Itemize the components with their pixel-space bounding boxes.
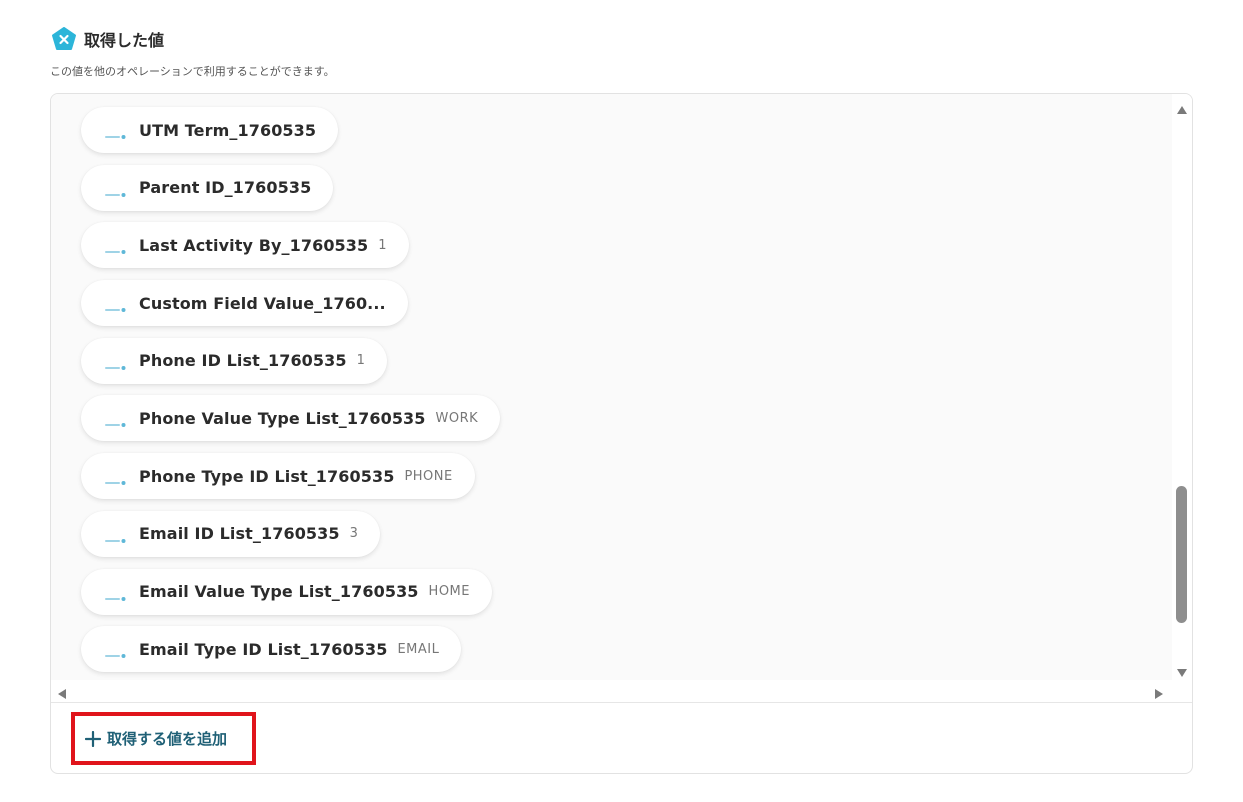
value-chip[interactable]: Last Activity By_1760535 1 (81, 222, 410, 269)
value-chip-label: Last Activity By_1760535 (139, 235, 369, 255)
scroll-down-arrow-icon[interactable] (1176, 663, 1188, 677)
value-chip[interactable]: Email ID List_1760535 3 (81, 510, 381, 557)
value-chip-label: Custom Field Value_1760... (139, 293, 386, 313)
plus-icon (84, 730, 102, 747)
service-logo-icon (105, 645, 127, 659)
service-logo-icon (105, 184, 127, 197)
value-chip-sample: 1 (356, 353, 366, 369)
service-logo-icon (105, 530, 127, 543)
values-list: UTM Term_1760535 Parent ID_1760535 Last … (81, 107, 501, 680)
service-logo-icon (105, 472, 127, 486)
value-chip[interactable]: Phone ID List_1760535 1 (81, 337, 388, 384)
value-chip[interactable]: Email Type ID List_1760535 EMAIL (81, 626, 462, 673)
section-description: この値を他のオペレーションで利用することができます。 (50, 65, 335, 78)
horizontal-scrollbar[interactable] (51, 680, 1172, 702)
value-chip[interactable]: Email Value Type List_1760535 HOME (81, 568, 492, 615)
value-chip-sample: WORK (435, 410, 479, 426)
value-chip-label: Phone ID List_1760535 (139, 351, 347, 371)
value-chip[interactable]: Phone Value Type List_1760535 WORK (81, 395, 501, 442)
vertical-scrollbar[interactable] (1172, 94, 1192, 680)
value-chip[interactable]: Phone Type ID List_1760535 PHONE (81, 453, 475, 500)
add-value-button[interactable]: 取得する値を追加 (71, 712, 256, 765)
scroll-up-arrow-icon[interactable] (1176, 100, 1188, 114)
value-chip-sample: HOME (428, 584, 470, 599)
scroll-left-arrow-icon[interactable] (57, 685, 67, 699)
add-value-label: 取得する値を追加 (107, 730, 228, 748)
value-chip-sample: EMAIL (397, 641, 440, 657)
value-chip-label: Phone Value Type List_1760535 (139, 408, 426, 428)
value-chip-label: Email ID List_1760535 (139, 524, 340, 544)
service-logo-icon (105, 299, 127, 313)
service-logo-icon (105, 414, 127, 428)
values-panel: UTM Term_1760535 Parent ID_1760535 Last … (50, 93, 1193, 774)
value-chip-label: Parent ID_1760535 (139, 178, 312, 198)
service-logo-icon (105, 357, 127, 370)
values-scroll-area[interactable]: UTM Term_1760535 Parent ID_1760535 Last … (51, 94, 1172, 680)
scroll-right-arrow-icon[interactable] (1154, 685, 1164, 699)
section-title: 取得した値 (84, 31, 165, 50)
vertical-scroll-thumb[interactable] (1176, 486, 1187, 623)
page: 取得した値 この値を他のオペレーションで利用することができます。 UTM Ter… (0, 0, 1243, 802)
value-chip[interactable]: UTM Term_1760535 (81, 107, 339, 153)
value-chip-label: UTM Term_1760535 (139, 120, 317, 140)
service-logo-icon (105, 241, 127, 255)
panel-footer: 取得する値を追加 (51, 702, 1192, 773)
value-chip-label: Phone Type ID List_1760535 (139, 466, 395, 486)
section-header: 取得した値 (51, 25, 164, 53)
pentagon-x-icon (51, 26, 77, 52)
service-logo-icon (105, 588, 127, 601)
value-chip-label: Email Type ID List_1760535 (139, 639, 388, 659)
value-chip-sample: 1 (378, 237, 388, 253)
value-chip-label: Email Value Type List_1760535 (139, 582, 419, 601)
value-chip[interactable]: Parent ID_1760535 (81, 164, 334, 211)
service-logo-icon (105, 126, 127, 139)
value-chip-sample: PHONE (404, 468, 453, 484)
value-chip[interactable]: Custom Field Value_1760... (81, 280, 408, 327)
value-chip-sample: 3 (349, 526, 359, 542)
